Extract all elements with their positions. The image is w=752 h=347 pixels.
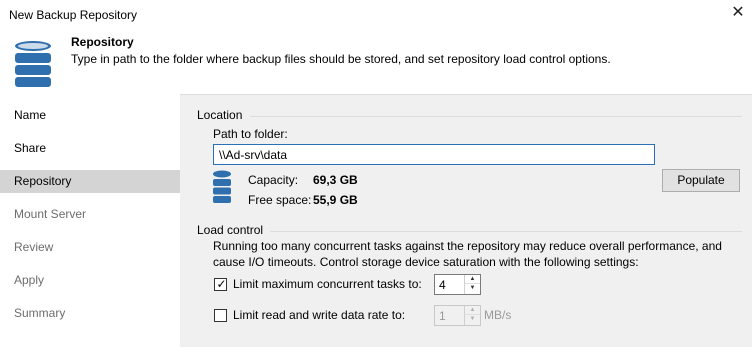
- database-icon: [15, 41, 51, 87]
- wizard-header: Repository Type in path to the folder wh…: [0, 30, 752, 94]
- free-space-value: 55,9 GB: [313, 193, 358, 207]
- tasks-value: 4: [439, 278, 446, 292]
- location-divider: [250, 116, 742, 117]
- window-title: New Backup Repository: [9, 8, 138, 22]
- step-summary: Summary: [14, 306, 66, 320]
- header-description: Type in path to the folder where backup …: [71, 52, 611, 66]
- arrow-up-icon[interactable]: ▲: [465, 275, 480, 284]
- populate-button[interactable]: Populate: [662, 169, 740, 192]
- step-repository[interactable]: Repository: [0, 170, 180, 193]
- free-space-label: Free space:: [248, 193, 312, 207]
- stepper-arrows: ▲ ▼: [464, 306, 480, 325]
- arrow-up-icon: ▲: [465, 306, 480, 315]
- load-control-divider: [270, 231, 742, 232]
- rate-value: 1: [439, 309, 446, 323]
- arrow-down-icon: ▼: [469, 316, 476, 322]
- location-group-label: Location: [197, 108, 243, 122]
- limit-tasks-checkbox[interactable]: ✓: [214, 277, 227, 291]
- arrow-down-icon[interactable]: ▼: [465, 284, 480, 293]
- main-panel: Location Path to folder: Capacity: 69,3 …: [180, 94, 752, 347]
- step-apply: Apply: [14, 273, 45, 287]
- title-bar: New Backup Repository ✕: [0, 0, 752, 30]
- close-icon[interactable]: ✕: [729, 4, 747, 22]
- limit-rate-label: Limit read and write data rate to:: [233, 308, 406, 322]
- step-name[interactable]: Name: [0, 104, 180, 127]
- limit-tasks-label: Limit maximum concurrent tasks to:: [233, 277, 422, 291]
- limit-rate-checkbox[interactable]: [214, 309, 227, 322]
- load-control-group-label: Load control: [197, 223, 264, 237]
- database-icon: [213, 170, 231, 203]
- step-mount-server: Mount Server: [14, 207, 87, 221]
- wizard-steps: Name Share Repository Mount Server Revie…: [0, 94, 180, 347]
- tasks-stepper[interactable]: 4 ▲ ▼: [434, 274, 481, 295]
- capacity-label: Capacity:: [248, 173, 299, 187]
- header-title: Repository: [71, 35, 134, 49]
- checkmark-icon: ✓: [216, 277, 227, 291]
- step-review: Review: [14, 240, 54, 254]
- path-label: Path to folder:: [213, 127, 288, 141]
- step-share[interactable]: Share: [0, 137, 180, 160]
- capacity-value: 69,3 GB: [313, 173, 358, 187]
- load-control-description: Running too many concurrent tasks agains…: [213, 239, 722, 269]
- stepper-arrows: ▲ ▼: [464, 275, 480, 294]
- rate-unit: MB/s: [484, 308, 512, 322]
- rate-stepper: 1 ▲ ▼: [434, 305, 481, 326]
- path-input[interactable]: [213, 144, 655, 165]
